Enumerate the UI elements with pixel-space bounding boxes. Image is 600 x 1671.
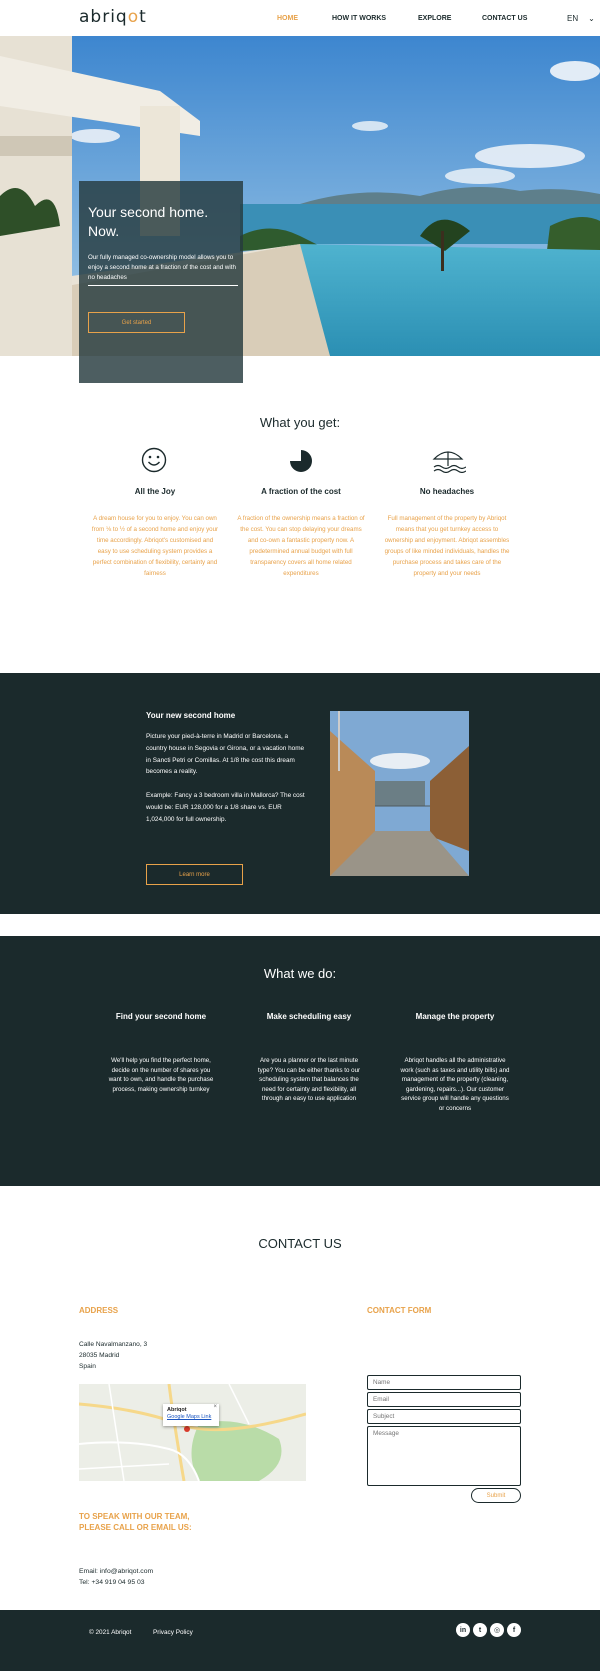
service-text: Are you a planner or the last minute typ… bbox=[257, 1057, 361, 1102]
name-input[interactable] bbox=[367, 1375, 521, 1390]
smiley-icon bbox=[141, 447, 167, 478]
nav-home[interactable]: HOME bbox=[277, 15, 298, 22]
contact-title: CONTACT US bbox=[258, 1236, 342, 1251]
benefit-joy: All the Joy A dream house for you to enj… bbox=[90, 487, 220, 577]
hero-card: Your second home. Now. Our fully managed… bbox=[79, 181, 243, 383]
new-home-para-1: Picture your pied-à-terre in Madrid or B… bbox=[146, 733, 305, 776]
speak-heading-line-1: TO SPEAK WITH OUR TEAM, bbox=[79, 1512, 190, 1521]
linkedin-icon[interactable]: in bbox=[456, 1623, 470, 1637]
benefit-text: A fraction of the ownership means a frac… bbox=[237, 515, 365, 577]
speak-heading-line-2: PLEASE CALL OR EMAIL US: bbox=[79, 1523, 192, 1532]
google-maps-link[interactable]: Google Maps Link bbox=[167, 1414, 215, 1421]
facebook-icon[interactable]: f bbox=[507, 1623, 521, 1637]
submit-button[interactable]: Submit bbox=[471, 1488, 521, 1503]
service-heading: Make scheduling easy bbox=[266, 1012, 352, 1021]
address-line: Calle Navalmanzano, 3 bbox=[79, 1341, 148, 1348]
hero-title: Your second home. Now. bbox=[88, 204, 209, 239]
nav-explore[interactable]: EXPLORE bbox=[418, 15, 451, 22]
close-icon[interactable]: × bbox=[213, 1404, 217, 1411]
new-home-text: Picture your pied-à-terre in Madrid or B… bbox=[146, 731, 306, 825]
map-tiles bbox=[79, 1384, 306, 1481]
address-heading: ADDRESS bbox=[79, 1306, 119, 1315]
location-map[interactable]: × Abriqot Google Maps Link bbox=[79, 1384, 306, 1481]
benefit-text: A dream house for you to enjoy. You can … bbox=[91, 515, 219, 577]
logo[interactable]: abriqot bbox=[79, 7, 147, 27]
nav-contact-us[interactable]: CONTACT US bbox=[482, 15, 527, 22]
instagram-icon[interactable]: ◎ bbox=[490, 1623, 504, 1637]
benefit-fraction: A fraction of the cost A fraction of the… bbox=[236, 487, 366, 577]
benefit-heading: No headaches bbox=[419, 487, 475, 496]
service-heading: Find your second home bbox=[115, 1012, 207, 1021]
site-footer: © 2021 Abriqot Privacy Policy in t ◎ f bbox=[0, 1610, 600, 1671]
benefit-no-headaches: No headaches Full management of the prop… bbox=[382, 487, 512, 577]
map-popup-name: Abriqot bbox=[167, 1407, 187, 1413]
terrace-photo bbox=[330, 711, 469, 876]
map-popup: × Abriqot Google Maps Link bbox=[163, 1404, 219, 1426]
service-text: We'll help you find the perfect home, de… bbox=[108, 1057, 214, 1093]
privacy-policy-link[interactable]: Privacy Policy bbox=[153, 1629, 193, 1636]
new-second-home-section: Your new second home Picture your pied-à… bbox=[0, 673, 600, 914]
learn-more-button[interactable]: Learn more bbox=[146, 864, 243, 885]
get-started-button[interactable]: Get started bbox=[88, 312, 185, 333]
benefit-heading: All the Joy bbox=[134, 487, 176, 496]
address-line: Spain bbox=[79, 1363, 96, 1370]
beach-umbrella-icon bbox=[430, 447, 467, 478]
contact-phone[interactable]: Tel: +34 919 04 95 03 bbox=[79, 1577, 153, 1588]
copyright: © 2021 Abriqot bbox=[89, 1629, 132, 1636]
message-textarea[interactable] bbox=[367, 1426, 521, 1486]
language-selector[interactable]: EN ⌄ bbox=[567, 14, 595, 23]
address-line: 28035 Madrid bbox=[79, 1352, 120, 1359]
speak-heading: TO SPEAK WITH OUR TEAM, PLEASE CALL OR E… bbox=[79, 1511, 192, 1533]
contact-details: Email: info@abriqot.com Tel: +34 919 04 … bbox=[79, 1566, 153, 1588]
benefit-heading: A fraction of the cost bbox=[261, 487, 341, 496]
contact-email[interactable]: Email: info@abriqot.com bbox=[79, 1566, 153, 1577]
contact-form-heading: CONTACT FORM bbox=[367, 1306, 432, 1315]
service-heading: Manage the property bbox=[415, 1012, 495, 1021]
language-label: EN bbox=[567, 14, 579, 23]
site-header: abriqot HOME HOW IT WORKS EXPLORE CONTAC… bbox=[0, 0, 600, 36]
what-you-get-title: What you get: bbox=[259, 415, 341, 430]
what-we-do-section: What we do: Find your second home We'll … bbox=[0, 936, 600, 1186]
new-home-heading: Your new second home bbox=[146, 711, 236, 720]
benefit-text: Full management of the property by Abriq… bbox=[384, 515, 510, 577]
email-input[interactable] bbox=[367, 1392, 521, 1407]
hero-text: Our fully managed co-ownership model all… bbox=[88, 253, 238, 286]
pie-fraction-icon bbox=[289, 449, 313, 478]
address-block: Calle Navalmanzano, 3 28035 Madrid Spain bbox=[79, 1339, 147, 1372]
what-we-do-title: What we do: bbox=[263, 966, 337, 981]
nav-how-it-works[interactable]: HOW IT WORKS bbox=[332, 15, 386, 22]
new-home-para-2: Example: Fancy a 3 bedroom villa in Mall… bbox=[146, 791, 305, 823]
twitter-icon[interactable]: t bbox=[473, 1623, 487, 1637]
service-text: Abriqot handles all the administrative w… bbox=[400, 1057, 510, 1112]
chevron-down-icon: ⌄ bbox=[588, 14, 595, 23]
subject-input[interactable] bbox=[367, 1409, 521, 1424]
